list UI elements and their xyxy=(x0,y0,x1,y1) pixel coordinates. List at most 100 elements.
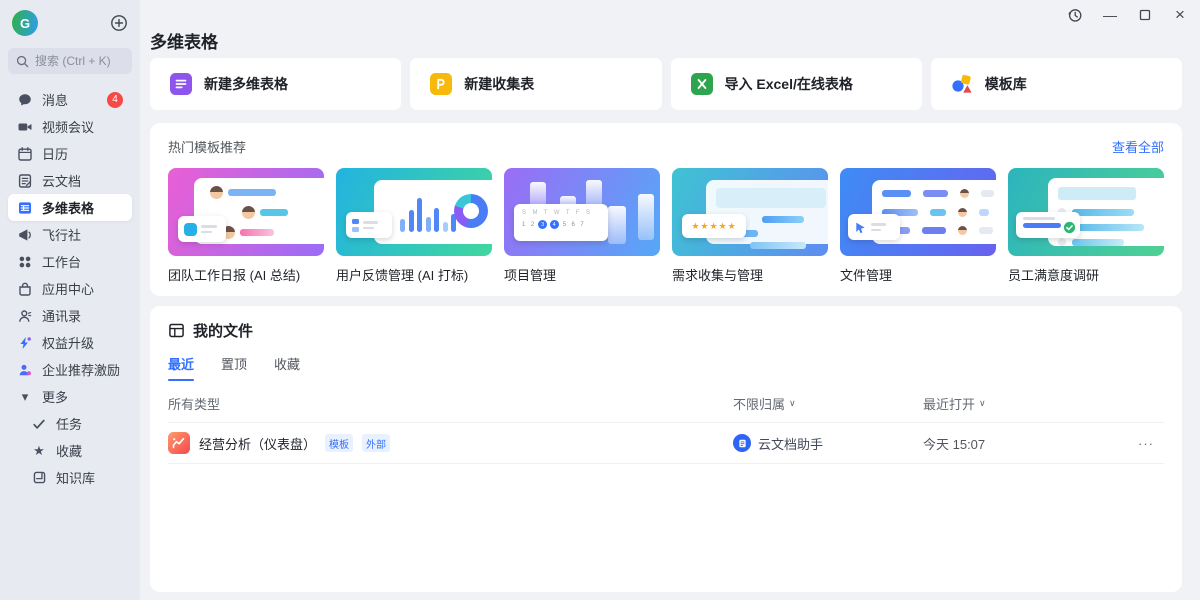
template-thumbnail xyxy=(1008,168,1164,256)
search-box[interactable] xyxy=(8,48,132,74)
stars-rating: ★★★★★ xyxy=(691,221,736,232)
template-label: 需求收集与管理 xyxy=(672,265,828,284)
workbench-icon xyxy=(17,254,33,270)
template-thumbnail xyxy=(168,168,324,256)
calendar-icon xyxy=(17,146,33,162)
tab-recent[interactable]: 最近 xyxy=(168,354,194,381)
history-icon[interactable] xyxy=(1067,7,1083,23)
templates-heading: 热门模板推荐 xyxy=(168,137,246,156)
sidebar-item-label: 权益升级 xyxy=(42,333,94,352)
file-dashboard-icon xyxy=(168,432,190,454)
template-thumbnail: S M T W T F S 1234567 xyxy=(504,168,660,256)
excel-icon xyxy=(691,73,713,95)
import-excel-button[interactable]: 导入 Excel/在线表格 xyxy=(671,58,922,110)
sidebar-menu: 消息 4 视频会议 日历 云文档 多维表格 飞行社 xyxy=(8,86,132,491)
form-icon xyxy=(430,73,452,95)
sidebar-item-messages[interactable]: 消息 4 xyxy=(8,86,132,113)
sidebar-item-app-center[interactable]: 应用中心 xyxy=(8,275,132,302)
minimize-button[interactable]: — xyxy=(1102,7,1118,23)
sidebar: G 消息 4 视频会议 日历 云文 xyxy=(0,0,140,600)
sidebar-item-wiki[interactable]: 知识库 xyxy=(16,464,132,491)
file-row[interactable]: 经营分析（仪表盘） 模板 外部 云文档助手 今天 15:07 ··· xyxy=(168,423,1164,463)
divider xyxy=(168,463,1164,464)
sidebar-item-label: 任务 xyxy=(56,414,82,433)
referral-person-icon xyxy=(17,362,33,378)
sidebar-item-calendar[interactable]: 日历 xyxy=(8,140,132,167)
sidebar-item-label: 应用中心 xyxy=(42,279,94,298)
my-files-heading: 我的文件 xyxy=(193,320,253,341)
files-tabs: 最近 置顶 收藏 xyxy=(168,354,1164,381)
check-icon xyxy=(31,416,47,432)
close-button[interactable]: × xyxy=(1172,7,1188,23)
action-label: 新建多维表格 xyxy=(204,74,288,94)
owner-name: 云文档助手 xyxy=(758,434,823,453)
page-title: 多维表格 xyxy=(150,28,218,53)
sidebar-item-label: 收藏 xyxy=(56,441,82,460)
filter-sort-dropdown[interactable]: 最近打开∨ xyxy=(923,394,1138,413)
check-circle-icon xyxy=(1063,221,1076,234)
owner-avatar xyxy=(733,434,751,452)
template-library-icon xyxy=(951,73,973,95)
sidebar-item-docs[interactable]: 云文档 xyxy=(8,167,132,194)
template-label: 员工满意度调研 xyxy=(1008,265,1164,284)
badge-external: 外部 xyxy=(362,434,390,452)
template-library-button[interactable]: 模板库 xyxy=(931,58,1182,110)
action-bar: 新建多维表格 新建收集表 导入 Excel/在线表格 模板库 xyxy=(150,58,1182,110)
template-card-requirements[interactable]: ★★★★★ 需求收集与管理 xyxy=(672,168,828,284)
star-icon: ★ xyxy=(31,443,47,459)
megaphone-icon xyxy=(17,227,33,243)
cursor-icon xyxy=(854,221,867,234)
sidebar-item-upgrade[interactable]: 权益升级 xyxy=(8,329,132,356)
sidebar-item-label: 云文档 xyxy=(42,171,81,190)
template-card-team-daily[interactable]: 团队工作日报 (AI 总结) xyxy=(168,168,324,284)
chevron-down-icon: ∨ xyxy=(979,398,986,409)
tab-pinned[interactable]: 置顶 xyxy=(221,354,247,381)
filter-all-types[interactable]: 所有类型 xyxy=(168,394,733,413)
main-content: — × 多维表格 新建多维表格 新建收集表 导入 Excel/在线表格 xyxy=(140,0,1200,600)
file-time: 今天 15:07 xyxy=(923,434,1138,453)
upgrade-icon xyxy=(17,335,33,351)
view-all-link[interactable]: 查看全部 xyxy=(1112,137,1164,156)
new-form-button[interactable]: 新建收集表 xyxy=(410,58,661,110)
sidebar-item-video-meeting[interactable]: 视频会议 xyxy=(8,113,132,140)
user-avatar[interactable]: G xyxy=(12,10,38,36)
template-thumbnail xyxy=(840,168,996,256)
sidebar-item-label: 日历 xyxy=(42,144,68,163)
template-label: 项目管理 xyxy=(504,265,660,284)
my-files-icon xyxy=(168,322,185,339)
sidebar-item-workbench[interactable]: 工作台 xyxy=(8,248,132,275)
sidebar-item-contacts[interactable]: 通讯录 xyxy=(8,302,132,329)
chat-icon xyxy=(17,92,33,108)
tab-favorites[interactable]: 收藏 xyxy=(274,354,300,381)
sidebar-item-label: 通讯录 xyxy=(42,306,81,325)
sidebar-item-favorites[interactable]: ★ 收藏 xyxy=(16,437,132,464)
sidebar-item-tasks[interactable]: 任务 xyxy=(16,410,132,437)
filter-owner-dropdown[interactable]: 不限归属∨ xyxy=(733,394,923,413)
template-card-file-management[interactable]: 文件管理 xyxy=(840,168,996,284)
action-label: 新建收集表 xyxy=(464,74,534,94)
contacts-icon xyxy=(17,308,33,324)
my-files-panel: 我的文件 最近 置顶 收藏 所有类型 不限归属∨ 最近打开∨ 经营分析（仪表盘）… xyxy=(150,306,1182,592)
add-icon[interactable] xyxy=(110,14,128,32)
search-input[interactable] xyxy=(35,54,124,68)
sidebar-item-base[interactable]: 多维表格 xyxy=(8,194,132,221)
sidebar-item-community[interactable]: 飞行社 xyxy=(8,221,132,248)
files-filter-row: 所有类型 不限归属∨ 最近打开∨ xyxy=(168,394,1164,413)
video-camera-icon xyxy=(17,119,33,135)
app-window: G 消息 4 视频会议 日历 云文 xyxy=(0,0,1200,600)
sidebar-item-referral[interactable]: 企业推荐激励 xyxy=(8,356,132,383)
new-base-button[interactable]: 新建多维表格 xyxy=(150,58,401,110)
search-icon xyxy=(16,55,29,68)
template-card-feedback[interactable]: 用户反馈管理 (AI 打标) xyxy=(336,168,492,284)
template-card-project[interactable]: S M T W T F S 1234567 项目管理 xyxy=(504,168,660,284)
template-card-list: 团队工作日报 (AI 总结) xyxy=(168,168,1164,284)
wiki-book-icon xyxy=(31,470,47,486)
sidebar-item-more[interactable]: ▾ 更多 xyxy=(8,383,132,410)
template-card-survey[interactable]: 员工满意度调研 xyxy=(1008,168,1164,284)
bag-icon xyxy=(17,281,33,297)
sidebar-item-label: 更多 xyxy=(42,387,68,406)
maximize-button[interactable] xyxy=(1137,7,1153,23)
action-label: 模板库 xyxy=(985,74,1027,94)
more-menu-icon[interactable]: ··· xyxy=(1138,436,1164,451)
template-thumbnail xyxy=(336,168,492,256)
